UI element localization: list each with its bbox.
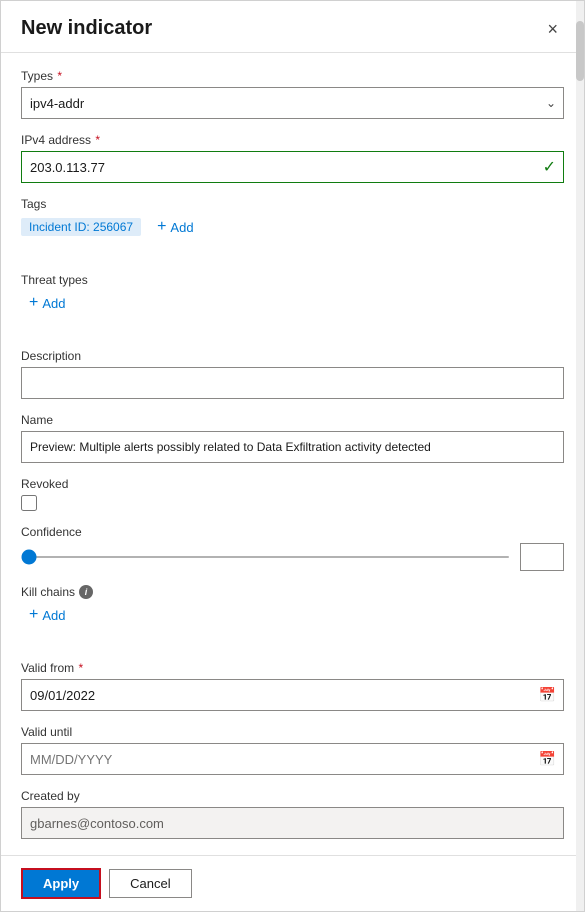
- dialog-header: New indicator ×: [1, 1, 584, 53]
- valid-until-input-wrapper: 📅: [21, 743, 564, 775]
- valid-from-label: Valid from *: [21, 661, 564, 675]
- ipv4-label: IPv4 address *: [21, 133, 564, 147]
- valid-until-field-group: Valid until 📅: [21, 725, 564, 775]
- threat-types-label: Threat types: [21, 273, 564, 287]
- tags-field-group: Tags Incident ID: 256067 + Add: [21, 197, 564, 239]
- plus-icon: +: [157, 218, 166, 236]
- confidence-slider[interactable]: [21, 556, 510, 558]
- valid-from-input-wrapper: 📅: [21, 679, 564, 711]
- types-label: Types *: [21, 69, 564, 83]
- kill-chains-field-group: Kill chains i + Add: [21, 585, 564, 627]
- tag-chip: Incident ID: 256067: [21, 218, 141, 236]
- created-by-field-group: Created by: [21, 789, 564, 839]
- name-input[interactable]: [21, 431, 564, 463]
- spacer-2: [21, 329, 564, 335]
- dialog-footer: Apply Cancel: [1, 855, 584, 911]
- ipv4-field-group: IPv4 address * ✓: [21, 133, 564, 183]
- confidence-row: [21, 543, 564, 571]
- plus-icon-threat: +: [29, 294, 38, 312]
- confidence-label: Confidence: [21, 525, 564, 539]
- close-button[interactable]: ×: [541, 18, 564, 40]
- dialog-body: Types * ipv4-addr ⌄ IPv4 address * ✓ Tag…: [1, 53, 584, 855]
- ipv4-input-wrapper: ✓: [21, 151, 564, 183]
- description-input[interactable]: [21, 367, 564, 399]
- types-select[interactable]: ipv4-addr: [21, 87, 564, 119]
- threat-types-field-group: Threat types + Add: [21, 273, 564, 315]
- valid-from-field-group: Valid from * 📅: [21, 661, 564, 711]
- confidence-field-group: Confidence: [21, 525, 564, 571]
- apply-button[interactable]: Apply: [21, 868, 101, 899]
- kill-chains-add-button[interactable]: + Add: [21, 603, 73, 627]
- new-indicator-dialog: New indicator × Types * ipv4-addr ⌄ IPv4…: [0, 0, 585, 912]
- dialog-title: New indicator: [21, 17, 152, 40]
- types-field-group: Types * ipv4-addr ⌄: [21, 69, 564, 119]
- threat-types-add-button[interactable]: + Add: [21, 291, 73, 315]
- kill-chains-label: Kill chains: [21, 585, 75, 599]
- confidence-value-input[interactable]: [520, 543, 564, 571]
- tags-row: Incident ID: 256067 + Add: [21, 215, 564, 239]
- revoked-field-group: Revoked: [21, 477, 564, 511]
- kill-chains-add-row: + Add: [21, 603, 564, 627]
- tags-add-button[interactable]: + Add: [149, 215, 201, 239]
- name-label: Name: [21, 413, 564, 427]
- tags-label: Tags: [21, 197, 564, 211]
- types-select-wrapper: ipv4-addr ⌄: [21, 87, 564, 119]
- threat-types-add-row: + Add: [21, 291, 564, 315]
- scrollbar-thumb[interactable]: [576, 21, 584, 81]
- description-field-group: Description: [21, 349, 564, 399]
- ipv4-input[interactable]: [21, 151, 564, 183]
- spacer-1: [21, 253, 564, 259]
- revoked-label: Revoked: [21, 477, 564, 491]
- kill-chains-label-row: Kill chains i: [21, 585, 564, 599]
- plus-icon-killchains: +: [29, 606, 38, 624]
- spacer-3: [21, 641, 564, 647]
- created-by-input: [21, 807, 564, 839]
- valid-until-label: Valid until: [21, 725, 564, 739]
- description-label: Description: [21, 349, 564, 363]
- scrollbar-track[interactable]: [576, 1, 584, 911]
- created-by-label: Created by: [21, 789, 564, 803]
- valid-until-input[interactable]: [21, 743, 564, 775]
- revoked-checkbox[interactable]: [21, 495, 37, 511]
- valid-from-input[interactable]: [21, 679, 564, 711]
- info-icon: i: [79, 585, 93, 599]
- name-field-group: Name: [21, 413, 564, 463]
